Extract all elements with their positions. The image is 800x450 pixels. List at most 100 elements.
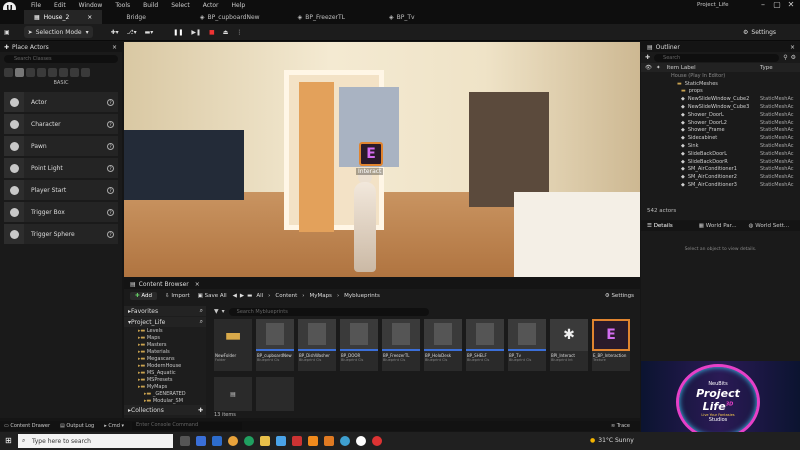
close-tab-icon[interactable]: × bbox=[87, 14, 92, 21]
outliner-folder[interactable]: ▬ props bbox=[641, 88, 800, 96]
folder-tree-item[interactable]: ▸▬ Maps bbox=[124, 335, 206, 342]
tab-bp-cupboardnew[interactable]: ◈ BP_cupboardNew bbox=[190, 10, 270, 24]
folder-tree-item[interactable]: ▸▬ Levels bbox=[124, 328, 206, 335]
actor-item-trigger-sphere[interactable]: Trigger Sphere? bbox=[4, 224, 118, 244]
asset-tile[interactable]: BP_DOOR Blueprint Cls bbox=[340, 319, 378, 371]
all-classes-category-icon[interactable] bbox=[81, 67, 90, 77]
asset-tile[interactable]: E E_BP_Interaction Texture bbox=[592, 319, 630, 371]
menu-tools[interactable]: Tools bbox=[115, 2, 130, 9]
save-all-button[interactable]: ▣ Save All bbox=[198, 293, 227, 299]
outliner-row[interactable]: ◆ NewSlideWindow_Cube2 StaticMeshAc bbox=[641, 95, 800, 103]
add-button[interactable]: ✚ Add bbox=[130, 292, 158, 300]
folder-tree-item[interactable]: ▸▬ MSPresets bbox=[124, 377, 206, 384]
selection-mode-dropdown[interactable]: ➤ Selection Mode ▾ bbox=[23, 26, 93, 38]
tab-house-2[interactable]: ▦ House_2 × bbox=[24, 10, 103, 24]
record-app-icon[interactable] bbox=[372, 436, 382, 446]
actor-item-pawn[interactable]: Pawn? bbox=[4, 136, 118, 156]
breadcrumb-mymaps[interactable]: MyMaps bbox=[309, 293, 331, 299]
column-type[interactable]: Type bbox=[760, 65, 800, 71]
mail-icon[interactable] bbox=[276, 436, 286, 446]
folder-tree-item[interactable]: ▸▬ Megascans bbox=[124, 356, 206, 363]
unreal-engine-icon[interactable] bbox=[356, 436, 366, 446]
outliner-row[interactable]: ◆ Shower_DoorL StaticMeshAc bbox=[641, 111, 800, 119]
help-icon[interactable]: ? bbox=[107, 120, 114, 128]
asset-tile[interactable]: BP_DishWasher Blueprint Cls bbox=[298, 319, 336, 371]
back-icon[interactable]: ◀ bbox=[233, 293, 237, 299]
tab-bp-tv[interactable]: ◈ BP_Tv bbox=[379, 10, 425, 24]
actor-item-point-light[interactable]: Point Light? bbox=[4, 158, 118, 178]
weather-widget[interactable]: ● 31°C Sunny bbox=[590, 437, 634, 444]
actor-item-actor[interactable]: Actor? bbox=[4, 92, 118, 112]
breadcrumb-all[interactable]: All bbox=[256, 293, 263, 299]
menu-help[interactable]: Help bbox=[232, 2, 246, 9]
pause-icon[interactable]: ❚❚ bbox=[169, 26, 187, 38]
folder-tree-item[interactable]: ▸▬ Masters bbox=[124, 342, 206, 349]
folder-tree-item[interactable]: ▸▬ Materials bbox=[124, 349, 206, 356]
actor-item-trigger-box[interactable]: Trigger Box? bbox=[4, 202, 118, 222]
blender-icon[interactable] bbox=[324, 436, 334, 446]
asset-tile[interactable]: BP_SHELF Blueprint Cls bbox=[466, 319, 504, 371]
media-app-icon[interactable] bbox=[292, 436, 302, 446]
help-icon[interactable]: ? bbox=[107, 98, 114, 106]
asset-search-input[interactable]: Search Myblueprints bbox=[228, 307, 429, 316]
asset-tile[interactable]: BP_FreezerTL Blueprint Cls bbox=[382, 319, 420, 371]
settings-button[interactable]: ⚙ Settings bbox=[605, 293, 634, 299]
task-view-icon[interactable] bbox=[180, 436, 190, 446]
help-icon[interactable]: ? bbox=[107, 142, 114, 150]
close-icon[interactable]: ✕ bbox=[784, 0, 798, 9]
outliner-search-input[interactable]: Search bbox=[654, 53, 780, 62]
tab-bridge[interactable]: Bridge bbox=[116, 10, 156, 24]
filter-icon[interactable]: ▼ bbox=[214, 308, 219, 315]
help-icon[interactable]: ? bbox=[107, 208, 114, 216]
world-partition-tab[interactable]: ▦ World Par... bbox=[693, 223, 743, 229]
content-drawer-button[interactable]: ▭ Content Drawer bbox=[4, 423, 50, 429]
folder-tree-item[interactable]: ▸▬ Modular_SM bbox=[124, 398, 206, 405]
asset-tile[interactable]: ✱ BPI_Interact Blueprint Int bbox=[550, 319, 588, 371]
cinematics-icon[interactable]: ▬▾ bbox=[141, 26, 158, 38]
favorites-section[interactable]: ▸ Favorites ⌕ bbox=[124, 306, 206, 316]
search-classes-input[interactable]: Search Classes bbox=[4, 55, 118, 63]
minimize-icon[interactable]: – bbox=[756, 0, 770, 9]
outliner-row[interactable]: ◆ Sink StaticMeshAc bbox=[641, 142, 800, 150]
folder-tree-item[interactable]: ▸▬ _GENERATED bbox=[124, 391, 206, 398]
asset-tile[interactable]: BP_cupboardNew Blueprint Cls bbox=[256, 319, 294, 371]
outliner-row[interactable]: ◆ SM_AirConditioner1 StaticMeshAc bbox=[641, 166, 800, 174]
lights-category-icon[interactable] bbox=[26, 67, 35, 77]
app-icon[interactable] bbox=[244, 436, 254, 446]
recent-category-icon[interactable] bbox=[4, 67, 13, 77]
breadcrumb-content[interactable]: Content bbox=[275, 293, 297, 299]
eject-icon[interactable]: ⏏ bbox=[219, 26, 233, 38]
help-icon[interactable]: ? bbox=[107, 230, 114, 238]
visual-effects-category-icon[interactable] bbox=[59, 67, 68, 77]
menu-file[interactable]: File bbox=[31, 2, 41, 9]
cinematic-category-icon[interactable] bbox=[48, 67, 57, 77]
breadcrumb-myblueprints[interactable]: Myblueprints bbox=[344, 293, 380, 299]
folder-tree-item[interactable]: ▸▬ MS_Aquatic bbox=[124, 370, 206, 377]
photoshop-icon[interactable] bbox=[196, 436, 206, 446]
add-collection-icon[interactable]: ✚ bbox=[198, 407, 203, 414]
asset-tile[interactable]: BP_Tv Blueprint Cls bbox=[508, 319, 546, 371]
menu-actor[interactable]: Actor bbox=[203, 2, 219, 9]
filter-icon[interactable]: ⚲ bbox=[783, 54, 787, 61]
level-viewport[interactable]: E Interact bbox=[124, 42, 640, 277]
import-button[interactable]: ⇩ Import bbox=[165, 293, 190, 299]
outliner-row[interactable]: ◆ SM_AirConditioner2 StaticMeshAc bbox=[641, 173, 800, 181]
output-log-button[interactable]: ▤ Output Log bbox=[60, 423, 94, 429]
more-options-icon[interactable]: ⋮ bbox=[232, 26, 246, 38]
menu-build[interactable]: Build bbox=[143, 2, 158, 9]
trace-button[interactable]: ≋ Trace bbox=[611, 423, 630, 429]
search-icon[interactable]: ⌕ bbox=[200, 318, 203, 326]
project-section[interactable]: ▾ Project_Life ⌕ bbox=[124, 317, 206, 327]
save-icon[interactable]: ▣ bbox=[0, 26, 14, 38]
settings-gear-icon[interactable]: ⚙ bbox=[791, 54, 796, 61]
chrome-icon[interactable] bbox=[228, 436, 238, 446]
add-filter-icon[interactable]: ✚ bbox=[645, 54, 650, 61]
pin-column-icon[interactable]: ✦ bbox=[656, 65, 661, 71]
skip-icon[interactable]: ▶❚ bbox=[187, 26, 205, 38]
outliner-row[interactable]: ◆ NewSlideWindow_Cube3 StaticMeshAc bbox=[641, 103, 800, 111]
shapes-category-icon[interactable] bbox=[37, 67, 46, 77]
basic-category-icon[interactable] bbox=[15, 67, 24, 77]
taskbar-search-input[interactable]: ⌕ Type here to search bbox=[18, 434, 173, 448]
windows-start-icon[interactable]: ⊞ bbox=[5, 436, 12, 445]
add-actor-icon[interactable]: ✚▾ bbox=[107, 26, 123, 38]
